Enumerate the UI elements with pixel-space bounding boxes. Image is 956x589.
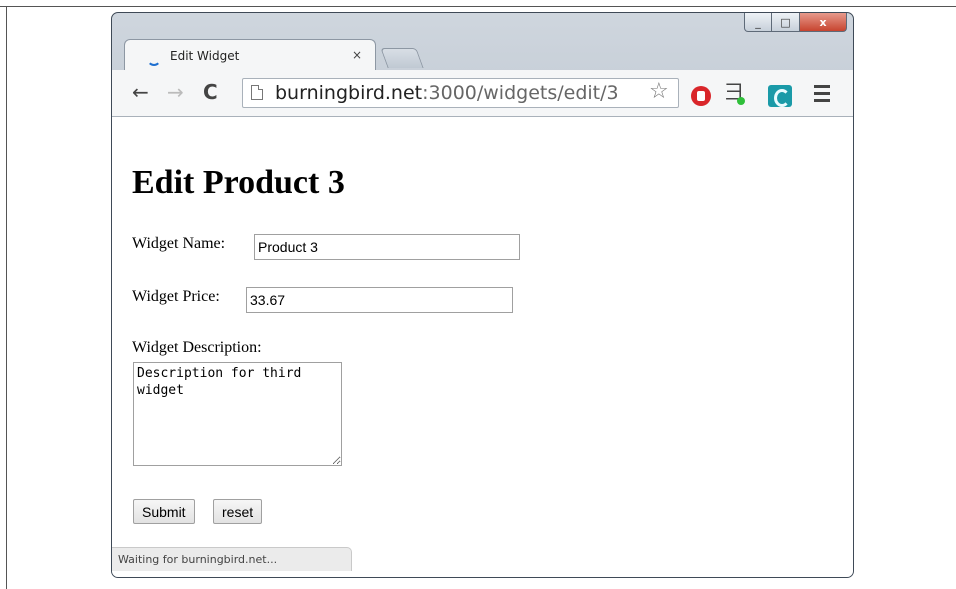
widget-price-label: Widget Price: xyxy=(132,288,220,305)
tab-close-icon[interactable]: × xyxy=(352,48,362,62)
maximize-button[interactable]: □ xyxy=(772,13,800,32)
bookmark-star-icon[interactable]: ☆ xyxy=(649,80,669,104)
window-controls: _ □ x xyxy=(744,13,847,35)
back-arrow-icon[interactable]: ← xyxy=(132,80,149,104)
browser-window: _ □ x Edit Widget × ← → C burningbird.ne… xyxy=(111,12,854,578)
close-window-button[interactable]: x xyxy=(800,13,847,32)
widget-price-input[interactable] xyxy=(246,287,513,313)
browser-toolbar: ← → C burningbird.net:3000/widgets/edit/… xyxy=(112,70,853,117)
address-bar[interactable]: burningbird.net:3000/widgets/edit/3 xyxy=(242,78,679,108)
url-text[interactable]: burningbird.net:3000/widgets/edit/3 xyxy=(275,82,619,104)
forward-arrow-icon[interactable]: → xyxy=(167,80,184,104)
widget-description-label: Widget Description: xyxy=(132,339,262,356)
stop-extension-icon[interactable] xyxy=(691,86,711,106)
status-dot-icon xyxy=(737,97,745,105)
widget-description-textarea[interactable]: Description for third widget xyxy=(133,362,342,466)
loading-spinner-icon xyxy=(147,52,161,66)
tab-title: Edit Widget xyxy=(170,49,240,63)
page-icon xyxy=(251,85,263,100)
reset-button[interactable]: reset xyxy=(213,499,263,524)
tab-edit-widget[interactable]: Edit Widget × xyxy=(124,39,376,71)
wave-extension-icon[interactable] xyxy=(768,85,792,107)
page-content: Edit Product 3 Widget Name: Widget Price… xyxy=(112,117,853,577)
url-host: burningbird.net xyxy=(275,82,423,104)
url-path: :3000/widgets/edit/3 xyxy=(422,82,619,104)
status-bubble: Waiting for burningbird.net... xyxy=(112,547,352,571)
page-title: Edit Product 3 xyxy=(132,164,345,201)
widget-name-label: Widget Name: xyxy=(132,235,226,252)
minimize-button[interactable]: _ xyxy=(744,13,772,32)
menu-icon[interactable] xyxy=(814,85,830,106)
new-tab-button[interactable] xyxy=(380,48,424,68)
page-frame-top xyxy=(0,6,956,7)
reload-icon[interactable]: C xyxy=(203,80,218,104)
page-frame-left xyxy=(6,6,7,589)
widget-name-input[interactable] xyxy=(254,234,520,260)
submit-button[interactable]: Submit xyxy=(133,499,195,524)
